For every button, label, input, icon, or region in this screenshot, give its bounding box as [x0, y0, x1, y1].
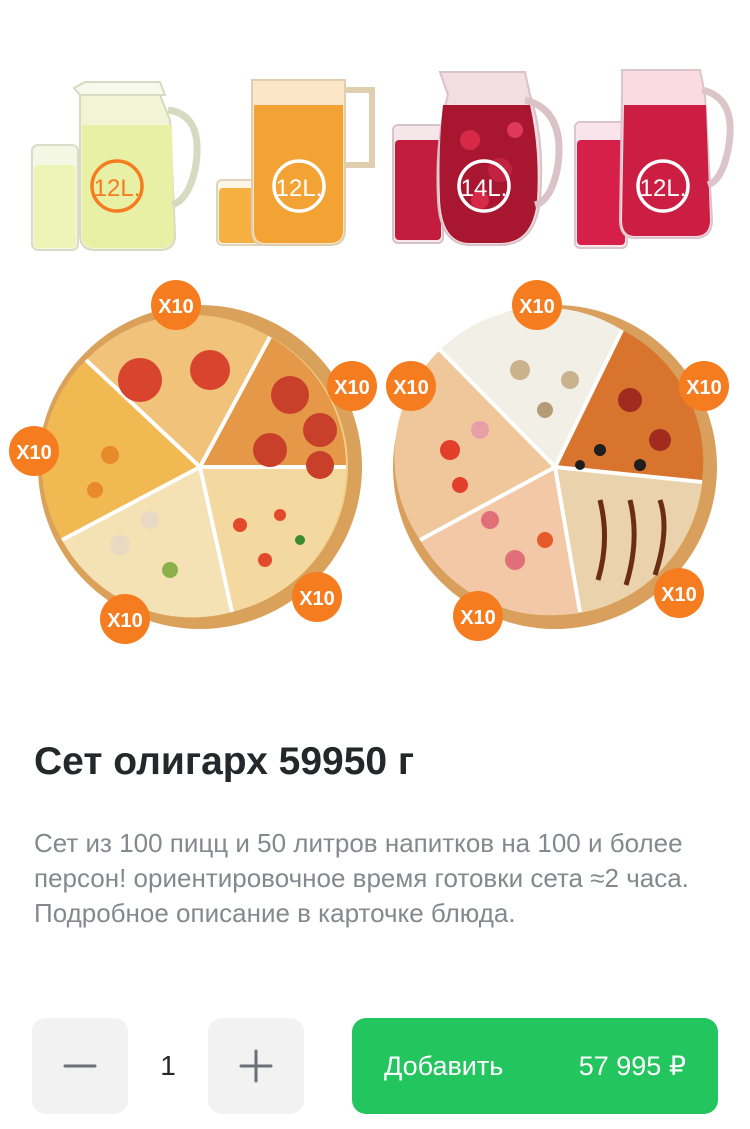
- decrease-quantity-button[interactable]: [32, 1018, 128, 1114]
- svg-text:12L.: 12L.: [276, 175, 323, 202]
- badge-x10: X10: [386, 361, 436, 411]
- product-title: Сет олигарх 59950 г: [34, 740, 415, 783]
- svg-text:X10: X10: [107, 610, 143, 632]
- badge-x10: X10: [453, 591, 503, 641]
- drink-lemonade: [31, 81, 201, 251]
- plus-icon: [239, 1049, 273, 1083]
- svg-text:12L.: 12L.: [94, 175, 141, 202]
- svg-text:X10: X10: [16, 442, 52, 464]
- svg-text:X10: X10: [158, 296, 194, 318]
- add-to-cart-label: Добавить: [384, 1051, 504, 1081]
- svg-text:X10: X10: [661, 584, 697, 606]
- badge-x10: X10: [292, 572, 342, 622]
- increase-quantity-button[interactable]: [208, 1018, 304, 1114]
- quantity-value: 1: [160, 1050, 176, 1081]
- minus-icon: [63, 1064, 97, 1068]
- badge-x10: X10: [151, 280, 201, 330]
- svg-text:X10: X10: [460, 607, 496, 629]
- drink-berry: [392, 71, 563, 246]
- badge-x10: X10: [512, 280, 562, 330]
- svg-text:X10: X10: [299, 588, 335, 610]
- badge-x10: X10: [327, 361, 377, 411]
- add-to-cart-button[interactable]: Добавить 57 995 ₽: [352, 1018, 718, 1114]
- badge-x10: X10: [100, 594, 150, 644]
- product-description: Сет из 100 пицц и 50 литров напитков на …: [34, 828, 689, 928]
- svg-text:14L.: 14L.: [461, 175, 508, 202]
- svg-text:X10: X10: [334, 377, 370, 399]
- drink-red: [574, 69, 734, 249]
- badge-x10: X10: [679, 361, 729, 411]
- product-card: 12L. 12L. 14L. 12L. X10 X10 X10 X10 X10 …: [0, 0, 750, 1129]
- svg-text:X10: X10: [686, 377, 722, 399]
- badge-x10: X10: [654, 568, 704, 618]
- add-to-cart-price: 57 995 ₽: [578, 1051, 686, 1081]
- svg-text:12L.: 12L.: [640, 175, 687, 202]
- svg-text:X10: X10: [393, 377, 429, 399]
- svg-text:X10: X10: [519, 296, 555, 318]
- badge-x10: X10: [9, 426, 59, 476]
- product-image: 12L. 12L. 14L. 12L. X10 X10 X10 X10 X10 …: [0, 0, 750, 700]
